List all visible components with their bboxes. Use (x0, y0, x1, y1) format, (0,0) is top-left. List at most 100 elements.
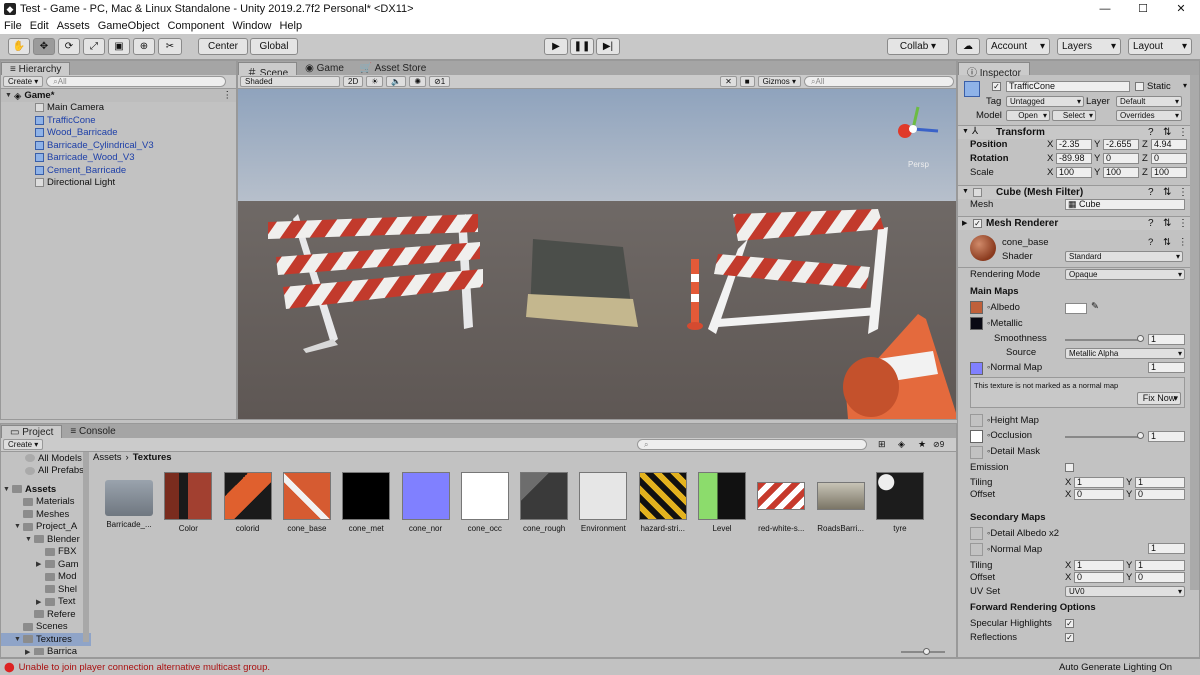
asset-item[interactable]: hazard-stri... (635, 472, 691, 533)
asset-item[interactable]: RoadsBarri... (813, 472, 869, 533)
asset-item[interactable]: cone_nor (398, 472, 454, 533)
help-icon[interactable]: ? (1148, 187, 1154, 198)
gizmos-dropdown[interactable]: Gizmos ▾ (757, 76, 801, 87)
account-dropdown[interactable]: Account ▾ (986, 38, 1050, 55)
scene-search-input[interactable]: ⌕All (804, 76, 954, 87)
fold-right-icon[interactable]: ▶ (962, 219, 967, 227)
eyedropper-icon[interactable]: ✎ (1091, 301, 1099, 312)
close-button[interactable]: ✕ (1162, 0, 1200, 18)
minimize-button[interactable]: — (1086, 0, 1124, 18)
project-folder-item[interactable]: ▼ Project_A (1, 521, 91, 534)
tab-hierarchy[interactable]: ≡ Hierarchy (1, 62, 71, 75)
tiling-x-field[interactable]: 1 (1074, 477, 1124, 488)
menu-help[interactable]: Help (275, 20, 306, 32)
hierarchy-item[interactable]: Directional Light (1, 177, 236, 190)
asset-item[interactable]: tyre (872, 472, 928, 533)
project-folder-item[interactable]: Shel (1, 583, 91, 596)
rotate-tool-icon[interactable]: ⟳ (58, 38, 80, 55)
pivot-center-button[interactable]: Center (198, 38, 248, 55)
cement-barricade[interactable] (526, 239, 638, 327)
hierarchy-search-input[interactable]: ⌕All (46, 76, 227, 87)
select-prefab-button[interactable]: Select (1052, 110, 1096, 121)
hierarchy-item[interactable]: Cement_Barricade (1, 164, 236, 177)
lighting-toggle-icon[interactable]: ☀ (366, 76, 384, 87)
tab-asset-store[interactable]: 🛒 Asset Store (351, 62, 435, 75)
offset-x-field[interactable]: 0 (1074, 489, 1124, 500)
detail-mask-slot[interactable] (970, 446, 983, 459)
asset-item[interactable]: cone_base (279, 472, 335, 533)
scale-x-field[interactable]: 100 (1056, 167, 1092, 178)
2d-toggle[interactable]: 2D (343, 76, 364, 87)
fold-toggle-icon[interactable]: ▼ (25, 536, 34, 543)
project-folder-item[interactable]: Meshes (1, 508, 91, 521)
fold-toggle-icon[interactable]: ▼ (14, 523, 23, 530)
asset-item[interactable]: cone_occ (457, 472, 513, 533)
shading-mode-dropdown[interactable]: Shaded (240, 76, 340, 87)
breadcrumb-assets[interactable]: Assets (93, 452, 122, 463)
pivot-global-button[interactable]: Global (250, 38, 298, 55)
scene-viewport[interactable]: Persp (238, 89, 956, 419)
scale-y-field[interactable]: 100 (1103, 167, 1139, 178)
asset-item[interactable]: cone_rough (516, 472, 572, 533)
occlusion-field[interactable]: 1 (1148, 431, 1185, 442)
play-button[interactable]: ▶ (544, 38, 568, 55)
favorite-item[interactable]: All Models (1, 452, 91, 465)
component-menu-icon[interactable]: ⋮ (1178, 237, 1188, 248)
offset-y-field[interactable]: 0 (1135, 489, 1185, 500)
mesh-renderer-checkbox[interactable]: ✓ (973, 219, 982, 228)
metallic-texture-slot[interactable] (970, 317, 983, 330)
rotation-y-field[interactable]: 0 (1103, 153, 1139, 164)
asset-item[interactable]: Level (694, 472, 750, 533)
project-folder-item[interactable]: ▼ Blender (1, 533, 91, 546)
hand-tool-icon[interactable]: ✋ (8, 38, 30, 55)
tab-project[interactable]: ▭ Project (1, 425, 63, 438)
normal-scale-field[interactable]: 1 (1148, 362, 1185, 373)
fold-down-icon[interactable]: ▼ (962, 188, 969, 195)
asset-item[interactable]: red-white-s... (753, 472, 809, 533)
project-folder-item[interactable]: Refere (1, 608, 91, 621)
tools-icon[interactable]: ✕ (720, 76, 737, 87)
tag-dropdown[interactable]: Untagged (1006, 96, 1084, 107)
preset-icon[interactable]: ⇅ (1163, 237, 1171, 248)
hierarchy-item[interactable]: Wood_Barricade (1, 127, 236, 140)
source-dropdown[interactable]: Metallic Alpha (1065, 348, 1185, 359)
transform-tool-icon[interactable]: ⊕ (133, 38, 155, 55)
detail-albedo-slot[interactable] (970, 527, 983, 540)
mesh-filter-header[interactable]: ▼ Cube (Mesh Filter) ? ⇅ ⋮ (958, 185, 1190, 199)
breadcrumb-textures[interactable]: Textures (133, 452, 172, 463)
fix-now-button[interactable]: Fix Now (1137, 392, 1181, 405)
offset2-y-field[interactable]: 0 (1135, 572, 1185, 583)
tiling2-x-field[interactable]: 1 (1074, 560, 1124, 571)
uvset-dropdown[interactable]: UV0 (1065, 586, 1185, 597)
audio-toggle-icon[interactable]: 🔈 (386, 76, 407, 87)
camera-icon[interactable]: ■ (739, 76, 755, 87)
albedo-texture-slot[interactable] (970, 301, 983, 314)
position-z-field[interactable]: 4.94 (1151, 139, 1187, 150)
rendering-mode-dropdown[interactable]: Opaque (1065, 269, 1185, 280)
occlusion-knob[interactable] (1137, 432, 1144, 439)
rotation-x-field[interactable]: -89.98 (1056, 153, 1092, 164)
filter-type-icon[interactable]: ⊞ (878, 439, 886, 450)
project-create-button[interactable]: Create ▾ (3, 439, 44, 450)
project-search-input[interactable]: ⌕ (637, 439, 867, 450)
fold-toggle-icon[interactable]: ▼ (3, 486, 12, 493)
open-prefab-button[interactable]: Open (1006, 110, 1050, 121)
position-y-field[interactable]: -2.655 (1103, 139, 1139, 150)
project-folder-item[interactable]: ▶ Barrica (1, 646, 91, 655)
hidden-objects-toggle[interactable]: ⊘1 (429, 76, 451, 87)
custom-tool-icon[interactable]: ✂ (158, 38, 182, 55)
inspector-scrollbar[interactable] (1190, 75, 1199, 590)
tab-scene[interactable]: ＃ Scene (238, 62, 298, 79)
fold-toggle-icon[interactable]: ▶ (36, 598, 45, 606)
menu-window[interactable]: Window (228, 20, 275, 32)
tree-scrollbar[interactable] (83, 452, 89, 642)
reflections-checkbox[interactable]: ✓ (1065, 633, 1074, 642)
detail-normal-field[interactable]: 1 (1148, 543, 1185, 554)
status-message[interactable]: Unable to join player connection alterna… (19, 662, 270, 673)
maximize-button[interactable]: ☐ (1124, 0, 1162, 18)
menu-edit[interactable]: Edit (26, 20, 53, 32)
project-folder-item[interactable]: ▼ Assets (1, 483, 91, 496)
project-folder-item[interactable]: ▶ Text (1, 596, 91, 609)
scene-menu-icon[interactable]: ⋮ (223, 90, 233, 101)
scale-tool-icon[interactable]: ⤢ (83, 38, 105, 55)
